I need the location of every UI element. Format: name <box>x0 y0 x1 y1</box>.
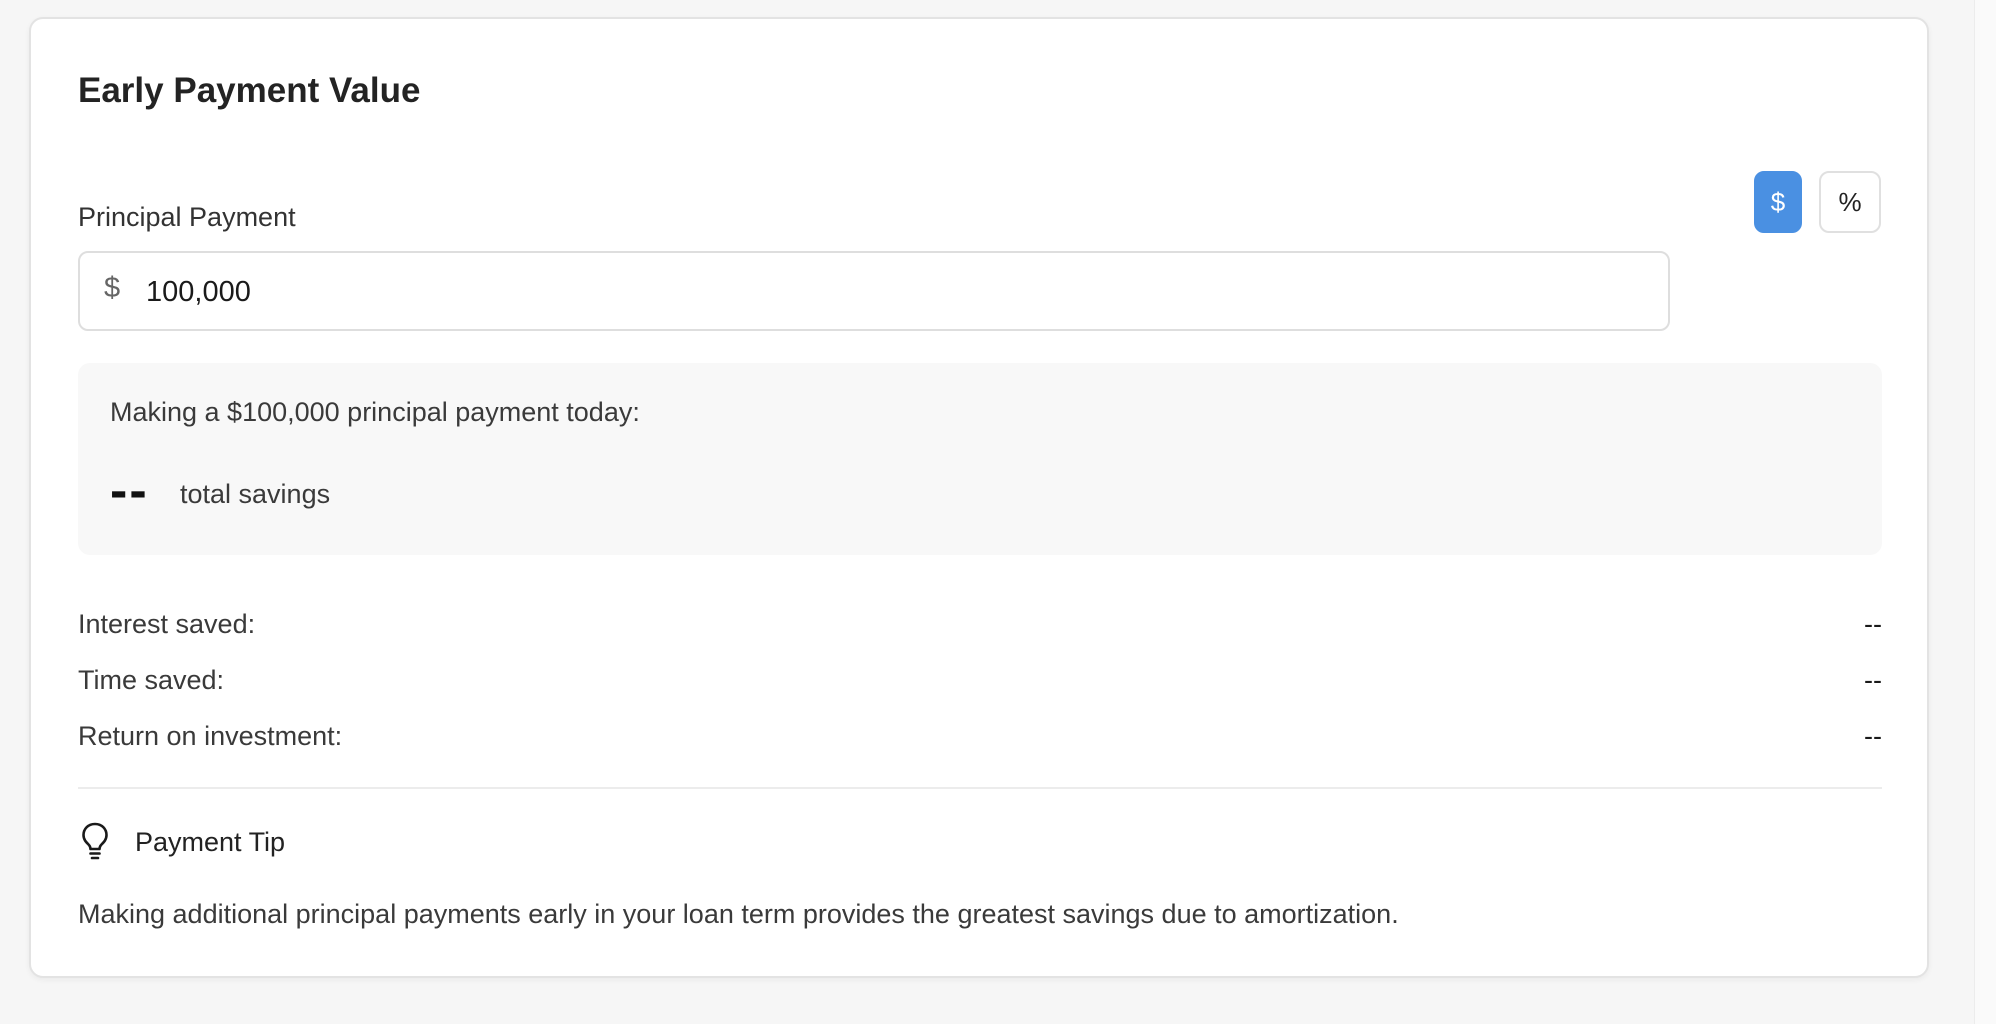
lightbulb-icon <box>79 821 111 861</box>
percent-mode-button[interactable]: % <box>1819 171 1881 233</box>
roi-label: Return on investment: <box>78 721 343 751</box>
interest-saved-value: -- <box>1864 609 1882 639</box>
payment-tip-text: Making additional principal payments ear… <box>78 899 1399 929</box>
stat-row-roi: Return on investment: -- <box>78 721 1882 761</box>
time-saved-label: Time saved: <box>78 665 225 695</box>
early-payment-card: Early Payment Value Principal Payment $ … <box>29 17 1929 978</box>
savings-summary: Making a $100,000 principal payment toda… <box>78 363 1882 555</box>
page-gutter <box>1974 0 1996 1024</box>
summary-description: Making a $100,000 principal payment toda… <box>110 397 640 427</box>
principal-payment-label: Principal Payment <box>78 202 296 232</box>
stat-row-interest: Interest saved: -- <box>78 609 1882 649</box>
currency-prefix: $ <box>104 272 121 304</box>
time-saved-value: -- <box>1864 665 1882 695</box>
section-divider <box>78 787 1882 789</box>
total-savings-value: -- <box>110 462 149 520</box>
stat-row-time: Time saved: -- <box>78 665 1882 705</box>
dollar-mode-button[interactable]: $ <box>1754 171 1802 233</box>
interest-saved-label: Interest saved: <box>78 609 256 639</box>
payment-tip-title: Payment Tip <box>135 827 286 857</box>
roi-value: -- <box>1864 721 1882 751</box>
card-title: Early Payment Value <box>78 71 421 110</box>
principal-payment-field[interactable]: $ <box>78 251 1670 331</box>
principal-payment-input[interactable] <box>144 263 1648 321</box>
total-savings-label: total savings <box>180 479 331 509</box>
